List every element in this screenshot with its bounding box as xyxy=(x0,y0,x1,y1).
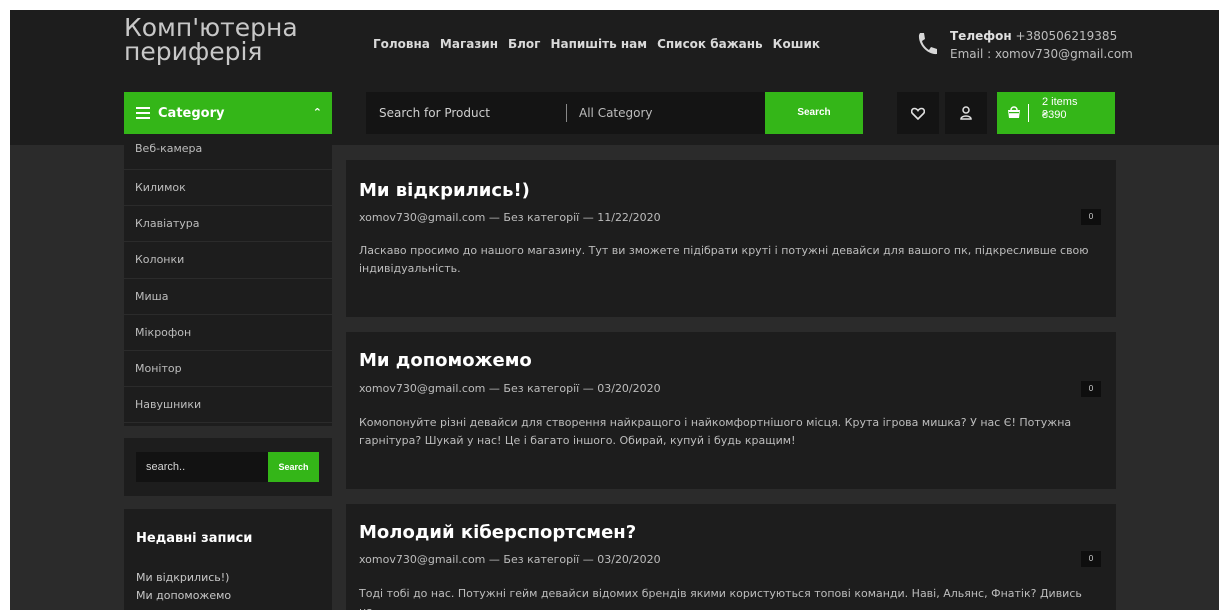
nav-item-wishlist[interactable]: Список бажань xyxy=(657,37,763,51)
post-author[interactable]: xomov730@gmail.com xyxy=(359,382,485,395)
cart-divider xyxy=(1028,104,1029,122)
post-card: Ми відкрились!) xomov730@gmail.com — Без… xyxy=(346,160,1116,317)
nav-item-blog[interactable]: Блог xyxy=(508,37,540,51)
recent-post-link[interactable]: Ми допоможемо xyxy=(136,589,231,602)
wishlist-button[interactable] xyxy=(897,92,939,134)
frame-left xyxy=(0,0,10,610)
cart-button[interactable]: 2 items ₴390 xyxy=(997,92,1115,134)
account-button[interactable] xyxy=(945,92,987,134)
post-author[interactable]: xomov730@gmail.com xyxy=(359,553,485,566)
recent-post-link[interactable]: Ми відкрились!) xyxy=(136,571,229,584)
category-item-keyboard[interactable]: Клавіатура xyxy=(124,206,332,243)
nav-item-shop[interactable]: Магазин xyxy=(440,37,498,51)
post-date: 03/20/2020 xyxy=(597,382,661,395)
post-date: 11/22/2020 xyxy=(597,211,661,224)
post-card: Ми допоможемо xomov730@gmail.com — Без к… xyxy=(346,332,1116,489)
post-category[interactable]: Без категорії xyxy=(503,553,579,566)
category-item-microphone[interactable]: Мікрофон xyxy=(124,315,332,351)
comment-count-badge[interactable]: 0 xyxy=(1081,551,1101,567)
phone-number[interactable]: +380506219385 xyxy=(1016,29,1118,43)
category-item-webcam[interactable]: Веб-камера xyxy=(124,140,332,170)
basket-icon xyxy=(1008,106,1020,118)
phone-label: Телефон xyxy=(950,29,1012,43)
heart-icon xyxy=(911,107,925,120)
frame-top xyxy=(0,0,1229,10)
email-line[interactable]: Email : xomov730@gmail.com xyxy=(950,45,1133,63)
category-toggle-button[interactable]: Category ⌃ xyxy=(124,92,332,134)
post-meta: xomov730@gmail.com — Без категорії — 03/… xyxy=(359,382,661,395)
logo-line-2: периферія xyxy=(124,37,263,66)
post-title[interactable]: Ми відкрились!) xyxy=(359,180,530,201)
nav-item-home[interactable]: Головна xyxy=(373,37,430,51)
comment-count-badge[interactable]: 0 xyxy=(1081,381,1101,397)
post-meta: xomov730@gmail.com — Без категорії — 03/… xyxy=(359,553,661,566)
cart-summary: 2 items ₴390 xyxy=(1042,96,1077,122)
post-author[interactable]: xomov730@gmail.com xyxy=(359,211,485,224)
main-nav: Головна Магазин Блог Напишіть нам Список… xyxy=(373,37,830,51)
category-label: Category xyxy=(158,105,225,121)
post-excerpt: Тоді тобі до нас. Потужні гейм девайси в… xyxy=(359,587,1082,610)
post-card: Молодий кіберспортсмен? xomov730@gmail.c… xyxy=(346,504,1116,610)
chevron-up-icon: ⌃ xyxy=(312,106,322,119)
sidebar-search-button[interactable]: Search xyxy=(268,452,319,482)
category-list: Веб-камера Килимок Клавіатура Колонки Ми… xyxy=(124,140,332,426)
nav-item-contact[interactable]: Напишіть нам xyxy=(550,37,647,51)
sidebar-search-input[interactable]: search.. xyxy=(136,452,268,482)
phone-icon xyxy=(918,33,937,55)
sidebar-search-widget: search.. Search xyxy=(124,438,332,496)
category-select[interactable]: All Category xyxy=(579,106,653,120)
contact-info: Телефон +380506219385 Email : xomov730@g… xyxy=(950,27,1133,63)
page: Комп'ютерна периферія Головна Магазин Бл… xyxy=(0,0,1229,610)
category-item-speakers[interactable]: Колонки xyxy=(124,242,332,279)
post-excerpt: Комопонуйте різні девайси для створення … xyxy=(359,416,1072,447)
post-category[interactable]: Без категорії xyxy=(503,211,579,224)
cart-item-count: 2 items xyxy=(1042,96,1078,108)
comment-count-badge[interactable]: 0 xyxy=(1081,209,1101,225)
post-meta: xomov730@gmail.com — Без категорії — 11/… xyxy=(359,211,661,224)
user-icon xyxy=(960,106,972,120)
cart-total: ₴390 xyxy=(1042,109,1067,121)
category-item-headphones[interactable]: Навушники xyxy=(124,387,332,424)
category-item-monitor[interactable]: Монітор xyxy=(124,351,332,388)
frame-right xyxy=(1219,0,1229,610)
search-button[interactable]: Search xyxy=(765,92,863,134)
site-logo[interactable]: Комп'ютерна периферія xyxy=(124,15,298,66)
post-excerpt: Ласкаво просимо до нашого магазину. Тут … xyxy=(359,244,1089,275)
category-item-mouse[interactable]: Миша xyxy=(124,279,332,315)
post-title[interactable]: Ми допоможемо xyxy=(359,350,532,371)
nav-item-cart[interactable]: Кошик xyxy=(773,37,820,51)
recent-posts-widget: Недавні записи Ми відкрились!) Ми допомо… xyxy=(124,509,332,610)
product-search-bar: Search for Product All Category Search xyxy=(366,92,863,134)
post-category[interactable]: Без категорії xyxy=(503,382,579,395)
menu-icon xyxy=(136,104,150,122)
recent-posts-title: Недавні записи xyxy=(136,531,253,546)
product-search-input[interactable]: Search for Product xyxy=(379,106,490,120)
category-item-mousepad[interactable]: Килимок xyxy=(124,170,332,207)
divider xyxy=(566,104,567,122)
post-date: 03/20/2020 xyxy=(597,553,661,566)
post-title[interactable]: Молодий кіберспортсмен? xyxy=(359,522,636,543)
